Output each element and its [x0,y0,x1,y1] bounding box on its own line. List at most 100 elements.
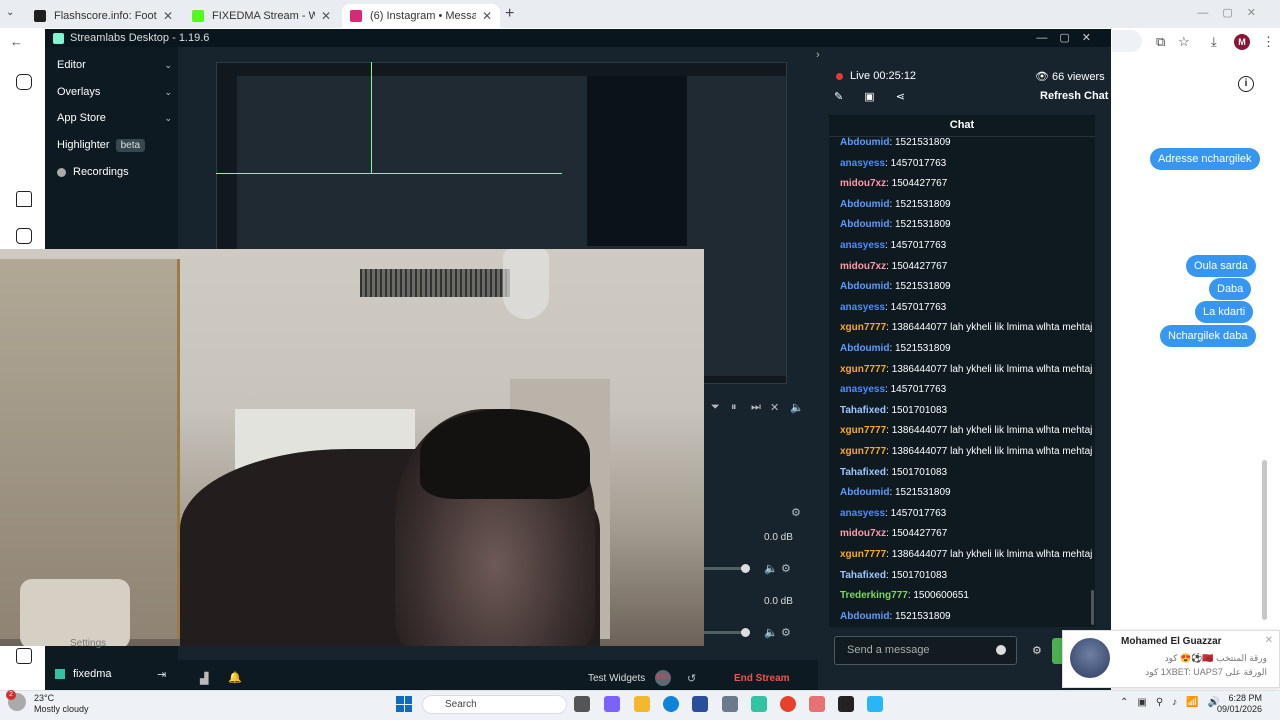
chat-username[interactable]: xgun7777 [840,446,886,457]
close-icon[interactable]: ✕ [163,9,173,23]
logout-icon[interactable]: ⇥ [157,668,166,681]
end-stream-button[interactable]: End Stream [734,673,790,684]
epic-games-icon[interactable] [838,696,854,712]
tab-search-chevron-icon[interactable]: ⌄ [6,7,14,18]
info-icon[interactable]: i [1238,76,1254,92]
window-controls[interactable]: —▢✕ [1036,31,1103,44]
download-icon[interactable]: ⤓ [1211,34,1217,50]
chat-username[interactable]: Abdoumid [840,137,889,148]
sidebar-item-app-store[interactable]: App Store ⌄ [57,108,172,128]
skip-icon[interactable]: ⏭ [751,401,761,414]
close-icon[interactable]: ✕ [1265,635,1273,646]
bell-icon[interactable]: 🔔 [228,671,242,684]
chat-message-list[interactable]: Abdoumid: 1521531809 anasyess: 1457017763… [829,137,1095,627]
chat-username[interactable]: Trederking777 [840,590,908,601]
chat-username[interactable]: Tahafixed [840,467,886,478]
home-icon[interactable] [16,191,32,207]
copilot-icon[interactable] [604,696,620,712]
settings-icon[interactable] [722,696,738,712]
browser-window-controls[interactable]: —▢✕ [1197,6,1270,19]
chat-username[interactable]: Abdoumid [840,199,889,210]
chat-username[interactable]: xgun7777 [840,425,886,436]
app-icon[interactable] [809,696,825,712]
chat-username[interactable]: Tahafixed [840,405,886,416]
speaker-icon[interactable]: 🔈 [764,562,778,575]
chat-username[interactable]: Abdoumid [840,343,889,354]
chat-send-button[interactable] [1052,638,1062,664]
sidebar-item-settings[interactable]: Settings [70,638,106,649]
chrome-icon[interactable] [780,696,796,712]
chat-username[interactable]: anasyess [840,240,885,251]
back-arrow-icon[interactable]: ← [10,34,23,49]
more-menu-icon[interactable]: ⋮ [1262,34,1275,50]
chat-username[interactable]: xgun7777 [840,364,886,375]
clock[interactable]: 6:28 PM 09/01/2026 [1212,693,1262,715]
gear-icon[interactable]: ⚙ [781,562,791,575]
chat-username[interactable]: Tahafixed [840,570,886,581]
page-scrollbar[interactable] [1262,460,1267,620]
task-view-icon[interactable] [574,696,590,712]
chat-username[interactable]: Abdoumid [840,281,889,292]
tab-fixedma[interactable]: FIXEDMA Stream - Watch Live ✕ [184,4,339,28]
new-tab-button[interactable]: + [505,5,514,23]
chat-username[interactable]: midou7xz [840,178,886,189]
chat-username[interactable]: Abdoumid [840,487,889,498]
chat-username[interactable]: Abdoumid [840,611,889,622]
replay-buffer-icon[interactable]: ↺ [687,672,696,685]
emoji-icon[interactable] [996,645,1006,655]
chat-settings-gear-icon[interactable]: ⚙ [1032,644,1042,657]
chat-username[interactable]: anasyess [840,302,885,313]
close-icon[interactable]: ✕ [321,9,331,23]
gear-icon[interactable]: ⚙ [791,506,801,519]
rec-button[interactable]: REC [655,670,671,686]
bookmark-star-icon[interactable]: ☆ [1178,34,1190,50]
pause-icon[interactable]: ⏸ [731,401,737,414]
refresh-chat-button[interactable]: Refresh Chat [1040,90,1108,102]
store-icon[interactable] [692,696,708,712]
chat-username[interactable]: xgun7777 [840,549,886,560]
chat-username[interactable]: anasyess [840,508,885,519]
sidebar-item-editor[interactable]: Editor ⌄ [57,55,172,75]
weather-widget[interactable]: 2 23°C Mostly cloudy [6,690,89,715]
chat-message-input[interactable]: Send a message [834,636,1017,665]
speaker-icon[interactable]: 🔈 [764,626,778,639]
chat-username[interactable]: anasyess [840,158,885,169]
pencil-icon[interactable]: ✎ [834,91,843,103]
address-bar[interactable] [1112,30,1142,52]
filter-icon[interactable]: ⏷ [711,401,720,414]
instagram-logo-icon[interactable] [16,74,32,90]
streamlabs-taskbar-icon[interactable] [751,696,767,712]
more-icon[interactable] [16,648,32,664]
chat-username[interactable]: midou7xz [840,261,886,272]
edge-icon[interactable] [663,696,679,712]
sidebar-item-recordings[interactable]: Recordings [57,162,172,182]
slider-knob[interactable] [741,628,750,637]
install-app-icon[interactable]: ⧉ [1156,34,1165,50]
tab-flashscore[interactable]: Flashscore.info: Football live sc ✕ [26,4,181,28]
profile-avatar[interactable]: M [1234,34,1250,50]
reels-icon[interactable] [16,228,32,244]
selection-border[interactable] [371,62,372,174]
test-widgets-button[interactable]: Test Widgets [588,673,645,684]
file-explorer-icon[interactable] [634,696,650,712]
stats-icon[interactable]: ▟ [200,672,208,685]
chat-username[interactable]: xgun7777 [840,322,886,333]
sidebar-item-overlays[interactable]: Overlays ⌄ [57,82,172,102]
user-account[interactable]: fixedma [55,668,112,680]
chat-username[interactable]: midou7xz [840,528,886,539]
tab-instagram[interactable]: (6) Instagram • Messages ✕ [342,4,500,28]
share-icon[interactable]: ⋖ [896,91,905,103]
message-notification[interactable]: Mohamed El Guazzar ورقة المنتخب 🇲🇦⚽️😍 كو… [1062,630,1280,688]
selection-border[interactable] [216,173,562,174]
sidebar-item-highlighter[interactable]: Highlighter beta [57,135,172,155]
chat-username[interactable]: Abdoumid [840,219,889,230]
app-icon[interactable] [867,696,883,712]
start-button[interactable] [396,696,412,712]
volume-icon[interactable]: 🔈 [790,401,804,414]
close-icon[interactable]: ✕ [482,9,492,23]
chat-username[interactable]: anasyess [840,384,885,395]
clipboard-icon[interactable]: ▣ [864,91,874,103]
mute-alerts-icon[interactable]: ✕ [770,401,779,414]
collapse-arrow-icon[interactable]: › [816,49,820,61]
slider-knob[interactable] [741,564,750,573]
